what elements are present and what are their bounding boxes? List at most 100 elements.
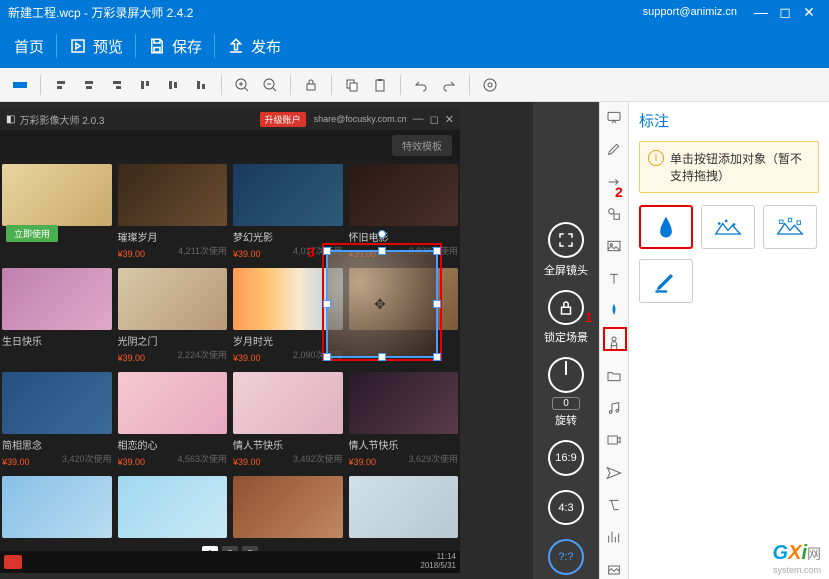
resize-handle-nw[interactable] bbox=[323, 247, 331, 255]
card-price: ¥39.00 bbox=[118, 457, 146, 467]
align-left[interactable] bbox=[47, 71, 75, 99]
template-thumbnail bbox=[118, 164, 228, 226]
redo-tool[interactable] bbox=[435, 71, 463, 99]
zoom-out[interactable] bbox=[256, 71, 284, 99]
publish-icon bbox=[227, 37, 245, 55]
template-card[interactable]: 相恋的心¥39.004,563次使用 bbox=[118, 372, 228, 470]
inner-tab[interactable]: 特效模板 bbox=[392, 135, 452, 156]
main-area: ◧ 万彩影像大师 2.0.3 升级账户 share@focusky.com.cn… bbox=[0, 102, 829, 579]
zoom-in[interactable] bbox=[228, 71, 256, 99]
align-bottom[interactable] bbox=[187, 71, 215, 99]
effect-highlight-pen[interactable] bbox=[639, 259, 693, 303]
window-titlebar: 新建工程.wcp - 万彩录屏大师 2.4.2 support@animiz.c… bbox=[0, 0, 829, 24]
sidebar-shape-icon[interactable] bbox=[604, 205, 624, 223]
sidebar-video-icon[interactable] bbox=[604, 431, 624, 449]
sidebar-pen-icon[interactable] bbox=[604, 140, 624, 158]
copy-tool[interactable] bbox=[338, 71, 366, 99]
sidebar-image-icon[interactable] bbox=[604, 237, 624, 255]
effect-mosaic[interactable] bbox=[701, 205, 755, 249]
align-top[interactable] bbox=[131, 71, 159, 99]
lock-scene-button[interactable] bbox=[548, 290, 584, 326]
align-middle-v[interactable] bbox=[159, 71, 187, 99]
template-card[interactable]: 情人节快乐¥39.003,629次使用 bbox=[349, 372, 459, 470]
settings-tool[interactable] bbox=[476, 71, 504, 99]
template-card[interactable]: 生日快乐 bbox=[2, 268, 112, 366]
toolbar-separator bbox=[290, 75, 291, 95]
support-email[interactable]: support@animiz.cn bbox=[643, 6, 737, 18]
effect-spotlight[interactable] bbox=[763, 205, 817, 249]
template-card[interactable] bbox=[233, 476, 343, 538]
menu-preview[interactable]: 预览 bbox=[59, 24, 133, 68]
fullscreen-camera-button[interactable] bbox=[548, 222, 584, 258]
menu-save[interactable]: 保存 bbox=[138, 24, 212, 68]
sidebar-music-icon[interactable] bbox=[604, 399, 624, 417]
ratio-4-3[interactable]: 4:3 bbox=[548, 490, 584, 526]
use-now-button[interactable]: 立即使用 bbox=[6, 225, 58, 242]
sidebar-chart-icon[interactable] bbox=[604, 528, 624, 546]
template-card[interactable]: 光阴之门¥39.002,224次使用 bbox=[118, 268, 228, 366]
minimize-button[interactable]: — bbox=[749, 4, 773, 20]
sidebar-gallery-icon[interactable] bbox=[604, 561, 624, 579]
taskbar-app-icon[interactable] bbox=[4, 555, 22, 569]
template-card[interactable] bbox=[2, 476, 112, 538]
template-card[interactable]: 立即使用 bbox=[2, 164, 112, 262]
watermark: GXi网 system.com bbox=[773, 542, 821, 575]
effect-tools-row1 bbox=[639, 205, 819, 249]
template-card[interactable] bbox=[118, 476, 228, 538]
menu-divider bbox=[214, 34, 215, 58]
resize-handle-ne[interactable] bbox=[433, 247, 441, 255]
resize-handle-sw[interactable] bbox=[323, 353, 331, 361]
menu-home[interactable]: 首页 bbox=[4, 24, 54, 68]
canvas[interactable]: ◧ 万彩影像大师 2.0.3 升级账户 share@focusky.com.cn… bbox=[0, 102, 533, 579]
card-title: 情人节快乐 bbox=[349, 437, 459, 452]
taskbar-clock: 11:14 2018/5/31 bbox=[420, 553, 456, 571]
inner-minimize[interactable]: — bbox=[413, 113, 424, 125]
align-right[interactable] bbox=[103, 71, 131, 99]
resize-handle-w[interactable] bbox=[323, 300, 331, 308]
right-panel: 标注 i 单击按钮添加对象（暂不支持拖拽） 2 bbox=[629, 102, 829, 579]
template-thumbnail bbox=[118, 372, 228, 434]
rotate-handle[interactable] bbox=[378, 230, 386, 238]
inner-close[interactable]: ✕ bbox=[445, 113, 454, 126]
upgrade-badge[interactable]: 升级账户 bbox=[260, 112, 306, 127]
template-card[interactable]: 简相思念¥39.003,420次使用 bbox=[2, 372, 112, 470]
template-card[interactable] bbox=[349, 476, 459, 538]
resize-handle-se[interactable] bbox=[433, 353, 441, 361]
paste-tool[interactable] bbox=[366, 71, 394, 99]
sidebar-folder-icon[interactable] bbox=[604, 367, 624, 385]
sidebar-person-icon[interactable] bbox=[604, 334, 624, 352]
lock-tool[interactable] bbox=[297, 71, 325, 99]
resize-handle-n[interactable] bbox=[378, 247, 386, 255]
template-thumbnail bbox=[233, 476, 343, 538]
effect-blur-drop[interactable] bbox=[639, 205, 693, 249]
close-button[interactable]: ✕ bbox=[797, 4, 821, 21]
card-title: 相恋的心 bbox=[118, 437, 228, 452]
selected-object[interactable]: ✥ bbox=[326, 250, 438, 358]
resize-handle-e[interactable] bbox=[433, 300, 441, 308]
ratio-custom[interactable]: ?:? bbox=[548, 539, 584, 575]
inner-email: share@focusky.com.cn bbox=[314, 114, 407, 124]
resize-handle-s[interactable] bbox=[378, 353, 386, 361]
ratio-16-9[interactable]: 16:9 bbox=[548, 440, 584, 476]
inner-maximize[interactable]: ◻ bbox=[430, 113, 439, 126]
maximize-button[interactable]: ◻ bbox=[773, 4, 797, 21]
rotate-dial[interactable] bbox=[548, 357, 584, 393]
toolbar-separator bbox=[40, 75, 41, 95]
template-card[interactable]: 怀旧电影¥39.002,832次使用 bbox=[349, 164, 459, 262]
template-card[interactable]: 情人节快乐¥39.003,492次使用 bbox=[233, 372, 343, 470]
sidebar-effect-icon[interactable] bbox=[604, 302, 624, 320]
menu-publish[interactable]: 发布 bbox=[217, 24, 291, 68]
toolbar-separator bbox=[400, 75, 401, 95]
card-price: ¥39.00 bbox=[118, 353, 146, 363]
toolbar-separator bbox=[469, 75, 470, 95]
align-center-h[interactable] bbox=[75, 71, 103, 99]
template-card[interactable]: 璀璨岁月¥39.004,211次使用 bbox=[118, 164, 228, 262]
template-thumbnail bbox=[349, 372, 459, 434]
sidebar-text-icon[interactable] bbox=[604, 270, 624, 288]
sidebar-chat-icon[interactable] bbox=[604, 108, 624, 126]
rotate-value[interactable]: 0 bbox=[552, 397, 580, 410]
sidebar-formula-icon[interactable] bbox=[604, 496, 624, 514]
tool-select[interactable] bbox=[6, 71, 34, 99]
sidebar-plane-icon[interactable] bbox=[604, 464, 624, 482]
undo-tool[interactable] bbox=[407, 71, 435, 99]
